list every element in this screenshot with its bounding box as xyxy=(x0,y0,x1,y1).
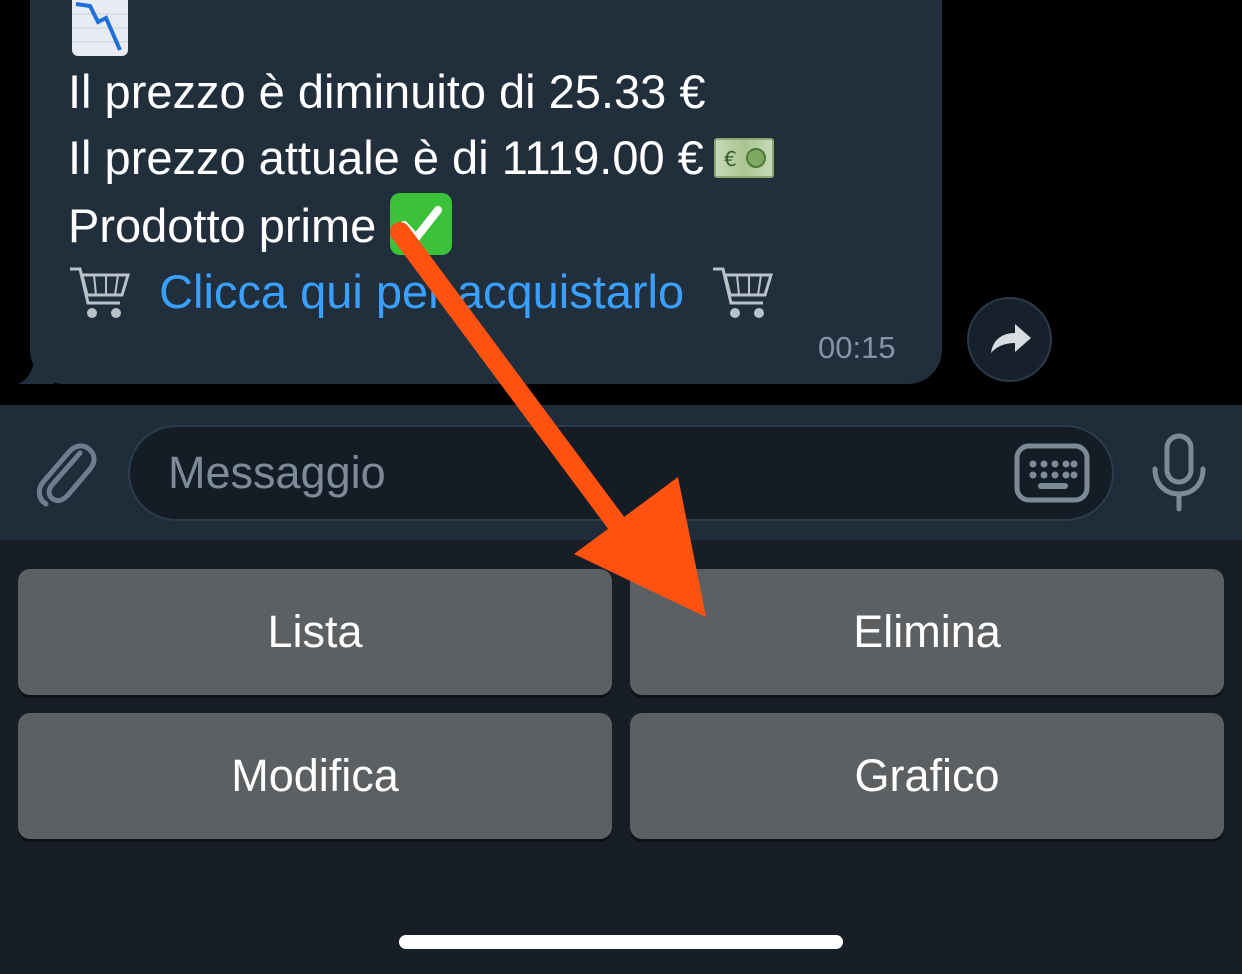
home-indicator[interactable] xyxy=(399,935,843,949)
chart-decreasing-icon xyxy=(72,0,128,56)
euro-banknote-icon: € xyxy=(713,137,774,178)
telegram-chat-screen: Il prezzo è diminuito di 25.33 € Il prez… xyxy=(0,0,1242,974)
shopping-cart-icon xyxy=(711,263,774,321)
purchase-link[interactable]: Clicca qui per acquistarlo xyxy=(159,265,684,318)
price-decrease-text: Il prezzo è diminuito di 25.33 € xyxy=(68,65,706,118)
message-placeholder: Messaggio xyxy=(168,447,386,498)
check-mark-icon xyxy=(390,192,453,255)
forward-button[interactable] xyxy=(967,297,1052,382)
chat-area: Il prezzo è diminuito di 25.33 € Il prez… xyxy=(0,0,1242,405)
modifica-button[interactable]: Modifica xyxy=(18,713,612,839)
lista-button[interactable]: Lista xyxy=(18,569,612,695)
message-timestamp: 00:15 xyxy=(818,330,896,365)
shopping-cart-icon xyxy=(68,263,131,321)
prime-text: Prodotto prime xyxy=(68,199,377,252)
current-price-text: Il prezzo attuale è di 1119.00 € xyxy=(68,131,704,184)
message-bubble[interactable] xyxy=(30,0,942,384)
grafico-button[interactable]: Grafico xyxy=(630,713,1224,839)
message-composer: Messaggio xyxy=(0,405,1242,540)
message-line-1: Il prezzo è diminuito di 25.33 € xyxy=(68,62,705,122)
elimina-button[interactable]: Elimina xyxy=(630,569,1224,695)
message-line-4: Clicca qui per acquistarlo xyxy=(68,262,774,325)
message-line-2: Il prezzo attuale è di 1119.00 € € xyxy=(68,128,774,188)
svg-text:€: € xyxy=(724,147,737,171)
keyboard-icon[interactable] xyxy=(1014,443,1090,503)
message-input[interactable]: Messaggio xyxy=(128,425,1114,521)
share-arrow-icon xyxy=(991,324,1031,353)
paperclip-icon[interactable] xyxy=(30,435,100,511)
message-line-3: Prodotto prime xyxy=(68,192,453,261)
bot-reply-keyboard: Lista Elimina Modifica Grafico xyxy=(0,540,1242,974)
microphone-icon[interactable] xyxy=(1150,433,1208,515)
